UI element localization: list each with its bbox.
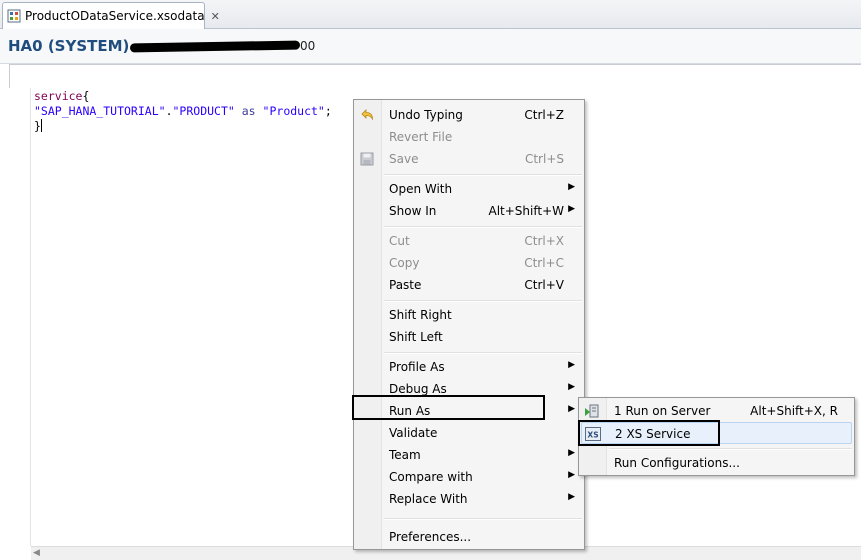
code-keyword-service: service <box>34 89 83 103</box>
menu-item-label: Profile As <box>389 360 445 374</box>
redaction-mark <box>129 40 301 53</box>
submenu-arrow-icon: ▶ <box>568 404 575 414</box>
menu-item-paste[interactable]: Paste Ctrl+V <box>356 274 582 296</box>
menu-item-label: Show In <box>389 204 437 218</box>
system-header: HA0 (SYSTEM) 00 <box>0 29 861 64</box>
menu-item-label: 2 XS Service <box>615 427 691 441</box>
editor-top-strip <box>9 64 861 88</box>
menu-item-label: Compare with <box>389 470 473 484</box>
submenu-arrow-icon: ▶ <box>568 204 575 214</box>
menu-item-undo-typing[interactable]: Undo Typing Ctrl+Z <box>356 104 582 126</box>
xs-service-icon: XS <box>585 426 601 442</box>
menu-item-validate[interactable]: Validate <box>356 422 582 444</box>
submenu-arrow-icon: ▶ <box>568 382 575 392</box>
menu-item-shortcut: Alt+Shift+W <box>488 204 565 218</box>
save-icon <box>359 151 375 167</box>
menu-separator <box>384 174 582 176</box>
menu-separator <box>384 352 582 354</box>
menu-item-copy[interactable]: Copy Ctrl+C <box>356 252 582 274</box>
code-alias-string: "Product" <box>262 104 325 118</box>
code-dot: . <box>165 104 173 118</box>
menu-item-label: Shift Left <box>389 330 443 344</box>
code-open-brace: { <box>82 89 90 103</box>
xsodata-file-icon <box>7 9 21 23</box>
undo-icon <box>359 107 375 123</box>
menu-item-label: Replace With <box>389 492 468 506</box>
code-line-1: service{ <box>34 89 332 104</box>
submenu-arrow-icon: ▶ <box>568 182 575 192</box>
menu-item-shortcut: Ctrl+S <box>524 152 564 166</box>
submenu-item-xs-service[interactable]: XS 2 XS Service <box>581 422 852 444</box>
menu-item-label: Run As <box>389 404 431 418</box>
submenu-item-run-configurations[interactable]: Run Configurations... <box>581 452 852 474</box>
code-semicolon: ; <box>324 104 332 118</box>
menu-item-profile-as[interactable]: Profile As ▶ <box>356 356 582 378</box>
menu-item-shortcut: Ctrl+X <box>524 234 564 248</box>
menu-item-replace-with[interactable]: Replace With ▶ <box>356 488 582 510</box>
menu-separator <box>384 226 582 228</box>
code-schema-string: "SAP_HANA_TUTORIAL" <box>34 104 166 118</box>
close-icon[interactable]: ✕ <box>211 11 220 22</box>
menu-item-show-in[interactable]: Show In Alt+Shift+W ▶ <box>356 200 582 222</box>
text-caret <box>40 119 42 132</box>
submenu-arrow-icon: ▶ <box>568 360 575 370</box>
run-on-server-icon <box>584 403 600 419</box>
code-table-string: "PRODUCT" <box>172 104 235 118</box>
system-title: HA0 (SYSTEM) <box>8 37 130 55</box>
menu-separator <box>609 448 852 450</box>
menu-item-team[interactable]: Team ▶ <box>356 444 582 466</box>
menu-separator <box>384 518 582 520</box>
menu-item-label: Shift Right <box>389 308 452 322</box>
menu-item-run-as[interactable]: Run As ▶ <box>356 400 582 422</box>
menu-item-shortcut: Ctrl+V <box>524 278 564 292</box>
menu-item-shortcut: Ctrl+Z <box>524 108 564 122</box>
system-suffix: 00 <box>300 39 316 53</box>
menu-item-label: Open With <box>389 182 453 196</box>
menu-item-label: Undo Typing <box>389 108 463 122</box>
submenu-arrow-icon: ▶ <box>568 448 575 458</box>
menu-item-label: Copy <box>389 256 420 270</box>
run-as-submenu: 1 Run on Server Alt+Shift+X, R XS 2 XS S… <box>578 397 855 476</box>
menu-item-save[interactable]: Save Ctrl+S <box>356 148 582 170</box>
editor-tab-label: ProductODataService.xsodata <box>25 9 205 23</box>
menu-item-revert-file[interactable]: Revert File <box>356 126 582 148</box>
menu-item-label: Paste <box>389 278 422 292</box>
menu-item-label: Validate <box>389 426 438 440</box>
menu-item-label: Run Configurations... <box>614 456 740 470</box>
xs-icon-text: XS <box>587 431 598 440</box>
submenu-arrow-icon: ▶ <box>568 470 575 480</box>
menu-item-debug-as[interactable]: Debug As ▶ <box>356 378 582 400</box>
submenu-item-run-on-server[interactable]: 1 Run on Server Alt+Shift+X, R <box>581 400 852 422</box>
menu-item-preferences[interactable]: Preferences... <box>356 526 582 548</box>
menu-item-label: Preferences... <box>389 530 472 544</box>
code-close-brace: } <box>34 119 41 133</box>
menu-item-label: Cut <box>389 234 410 248</box>
menu-item-label: 1 Run on Server <box>614 404 711 418</box>
menu-item-label: Debug As <box>389 382 447 396</box>
menu-item-shortcut: Alt+Shift+X, R <box>750 404 838 418</box>
menu-item-label: Revert File <box>389 130 453 144</box>
menu-item-label: Save <box>389 152 419 166</box>
editor-ruler <box>9 88 31 546</box>
code-as-keyword: as <box>241 104 256 118</box>
menu-item-shift-left[interactable]: Shift Left <box>356 326 582 348</box>
editor-tab-bar: ProductODataService.xsodata ✕ <box>0 0 861 29</box>
code-line-2: "SAP_HANA_TUTORIAL"."PRODUCT" as "Produc… <box>34 104 332 119</box>
code-editor[interactable]: service{"SAP_HANA_TUTORIAL"."PRODUCT" as… <box>34 89 332 134</box>
menu-separator <box>384 300 582 302</box>
submenu-arrow-icon: ▶ <box>568 492 575 502</box>
menu-item-shortcut: Ctrl+C <box>524 256 564 270</box>
menu-item-open-with[interactable]: Open With ▶ <box>356 178 582 200</box>
menu-item-shift-right[interactable]: Shift Right <box>356 304 582 326</box>
menu-item-label: Team <box>389 448 421 462</box>
editor-tab[interactable]: ProductODataService.xsodata ✕ <box>2 2 220 29</box>
menu-item-cut[interactable]: Cut Ctrl+X <box>356 230 582 252</box>
code-line-3: } <box>34 119 332 134</box>
scroll-left-icon[interactable]: ◀ <box>33 548 40 558</box>
menu-item-compare-with[interactable]: Compare with ▶ <box>356 466 582 488</box>
context-menu: Undo Typing Ctrl+Z Revert File Save Ctrl… <box>353 99 585 550</box>
